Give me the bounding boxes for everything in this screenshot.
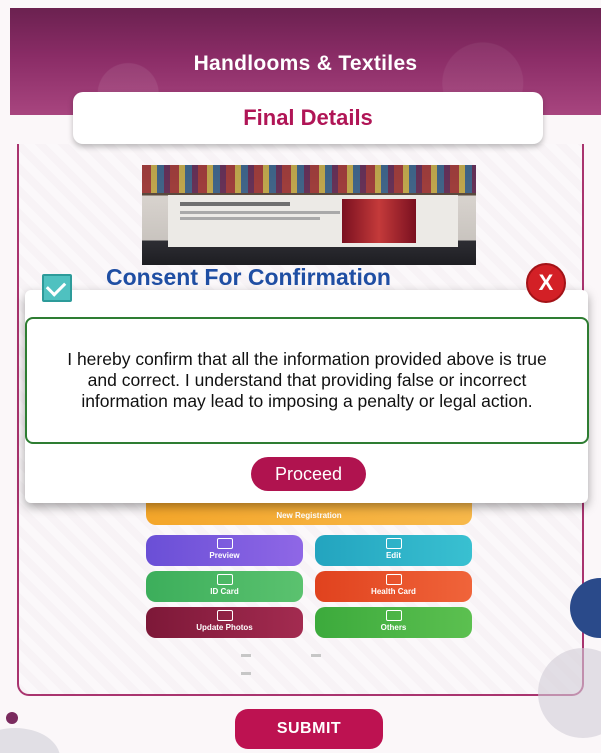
phone-screenshot-preview: New Registration Preview Edit ID Card He… bbox=[141, 495, 477, 675]
photo-fabric-shelf bbox=[142, 165, 476, 193]
edit-tile: Edit bbox=[315, 535, 472, 566]
edit-icon bbox=[385, 538, 402, 549]
health-card-tile: Health Card bbox=[315, 571, 472, 602]
phone-nav-bar bbox=[211, 644, 411, 675]
others-icon bbox=[385, 610, 402, 621]
submit-button[interactable]: SUBMIT bbox=[235, 709, 383, 749]
dialog-title: Consent For Confirmation bbox=[106, 264, 391, 290]
section-header: Final Details bbox=[73, 92, 543, 144]
consent-message: I hereby confirm that all the informatio… bbox=[67, 349, 547, 411]
consent-message-box: I hereby confirm that all the informatio… bbox=[25, 317, 589, 444]
health-card-icon bbox=[385, 574, 402, 585]
photo-icon bbox=[216, 610, 233, 621]
app-screen: Handlooms & Textiles Final Details New R… bbox=[0, 0, 601, 753]
uploaded-photo bbox=[142, 165, 476, 265]
section-title: Final Details bbox=[243, 105, 373, 130]
app-title: Handlooms & Textiles bbox=[193, 52, 418, 75]
new-registration-banner: New Registration bbox=[146, 501, 472, 525]
close-button[interactable]: X bbox=[526, 263, 566, 303]
preview-tile: Preview bbox=[146, 535, 303, 566]
decor-arc-bottom-left bbox=[0, 728, 60, 753]
check-icon bbox=[45, 276, 67, 297]
id-card-tile: ID Card bbox=[146, 571, 303, 602]
id-card-icon bbox=[216, 574, 233, 585]
proceed-button[interactable]: Proceed bbox=[251, 457, 366, 491]
decor-dot-left bbox=[6, 712, 18, 724]
consent-checkbox[interactable] bbox=[42, 274, 72, 302]
preview-icon bbox=[216, 538, 233, 549]
photo-monitor bbox=[168, 195, 458, 247]
update-photos-tile: Update Photos bbox=[146, 607, 303, 638]
others-tile: Others bbox=[315, 607, 472, 638]
